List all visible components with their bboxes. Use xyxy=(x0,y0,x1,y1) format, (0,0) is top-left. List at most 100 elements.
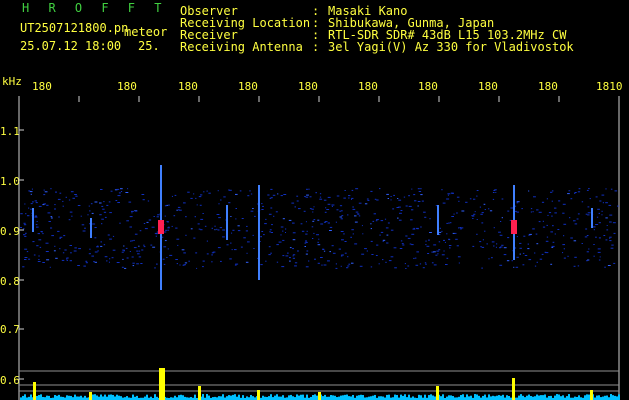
noise-pixel xyxy=(427,253,430,254)
noise-pixel xyxy=(483,203,486,205)
noise-pixel xyxy=(245,230,248,232)
noise-pixel xyxy=(536,209,539,211)
noise-pixel xyxy=(163,246,167,248)
trace-baseline-bar xyxy=(314,394,316,400)
trace-baseline-bar xyxy=(222,394,224,400)
trace-baseline-bar xyxy=(558,394,560,400)
noise-pixel xyxy=(128,201,132,203)
noise-pixel xyxy=(289,260,291,262)
trace-baseline-bar xyxy=(360,394,362,400)
noise-pixel xyxy=(38,255,40,257)
noise-pixel xyxy=(120,191,123,192)
noise-pixel xyxy=(340,255,343,257)
trace-baseline-bar xyxy=(338,396,340,400)
noise-pixel xyxy=(405,235,408,237)
noise-pixel xyxy=(491,257,493,259)
noise-pixel xyxy=(54,208,56,210)
trace-baseline-bar xyxy=(22,395,24,400)
noise-pixel xyxy=(439,227,441,229)
noise-pixel xyxy=(496,243,498,245)
noise-pixel xyxy=(554,212,557,214)
spectrogram-plot xyxy=(18,96,620,400)
trace-baseline-bar xyxy=(246,396,248,400)
noise-pixel xyxy=(527,243,529,245)
noise-pixel xyxy=(535,233,538,235)
noise-pixel xyxy=(481,246,485,248)
noise-pixel xyxy=(59,237,61,239)
noise-pixel xyxy=(562,212,565,214)
noise-pixel xyxy=(124,267,127,269)
noise-pixel xyxy=(301,230,305,232)
noise-pixel xyxy=(489,210,493,212)
noise-pixel xyxy=(417,188,420,190)
noise-pixel xyxy=(411,188,413,190)
noise-pixel xyxy=(190,228,193,230)
trace-baseline-bar xyxy=(206,394,208,400)
noise-pixel xyxy=(288,219,292,221)
noise-pixel xyxy=(90,203,93,205)
noise-pixel xyxy=(46,204,49,206)
noise-pixel xyxy=(408,195,410,197)
trace-peak xyxy=(159,368,165,400)
noise-pixel xyxy=(268,254,271,256)
noise-pixel xyxy=(581,201,584,203)
meteor-echo-peak xyxy=(511,220,517,234)
noise-pixel xyxy=(329,251,331,253)
trace-baseline-bar xyxy=(474,394,476,400)
noise-pixel xyxy=(597,248,601,250)
noise-pixel xyxy=(609,240,612,242)
noise-pixel xyxy=(488,258,490,260)
noise-pixel xyxy=(415,264,419,266)
noise-pixel xyxy=(24,257,28,258)
noise-pixel xyxy=(458,262,460,264)
trace-baseline-bar xyxy=(242,395,244,400)
noise-pixel xyxy=(131,210,134,212)
noise-pixel xyxy=(129,226,132,228)
noise-pixel xyxy=(237,230,241,232)
noise-pixel xyxy=(173,215,176,217)
noise-pixel xyxy=(576,218,579,220)
noise-pixel xyxy=(431,262,434,264)
noise-pixel xyxy=(476,195,478,197)
noise-pixel xyxy=(306,250,309,252)
noise-pixel xyxy=(493,245,495,247)
noise-pixel xyxy=(547,214,549,216)
noise-pixel xyxy=(59,192,62,194)
noise-pixel xyxy=(588,188,590,190)
trace-baseline-bar xyxy=(476,394,478,400)
noise-pixel xyxy=(226,244,229,246)
trace-baseline-bar xyxy=(312,395,314,400)
noise-pixel xyxy=(235,263,239,265)
noise-pixel xyxy=(546,198,548,200)
noise-pixel xyxy=(390,199,392,201)
noise-pixel xyxy=(268,213,272,215)
trace-baseline-bar xyxy=(302,394,304,400)
noise-pixel xyxy=(271,224,273,226)
noise-pixel xyxy=(484,230,486,232)
noise-pixel xyxy=(72,197,75,199)
noise-pixel xyxy=(292,254,296,256)
noise-pixel xyxy=(426,245,430,247)
noise-pixel xyxy=(320,223,324,225)
noise-pixel xyxy=(357,213,360,215)
trace-baseline-bar xyxy=(114,396,116,400)
noise-pixel xyxy=(217,190,219,192)
noise-pixel xyxy=(351,189,354,191)
noise-pixel xyxy=(410,219,413,221)
noise-pixel xyxy=(120,188,123,190)
noise-pixel xyxy=(42,204,45,206)
noise-pixel xyxy=(272,194,276,196)
noise-pixel xyxy=(294,206,296,208)
noise-pixel xyxy=(43,189,45,191)
noise-pixel xyxy=(102,208,105,210)
noise-pixel xyxy=(602,202,604,204)
noise-pixel xyxy=(411,244,414,246)
trace-baseline-bar xyxy=(220,396,222,400)
noise-pixel xyxy=(262,205,264,207)
noise-pixel xyxy=(222,236,225,238)
noise-pixel xyxy=(292,222,295,224)
noise-pixel xyxy=(408,205,412,207)
noise-pixel xyxy=(249,190,251,192)
trace-baseline-bar xyxy=(38,395,40,400)
trace-peak xyxy=(590,390,593,400)
